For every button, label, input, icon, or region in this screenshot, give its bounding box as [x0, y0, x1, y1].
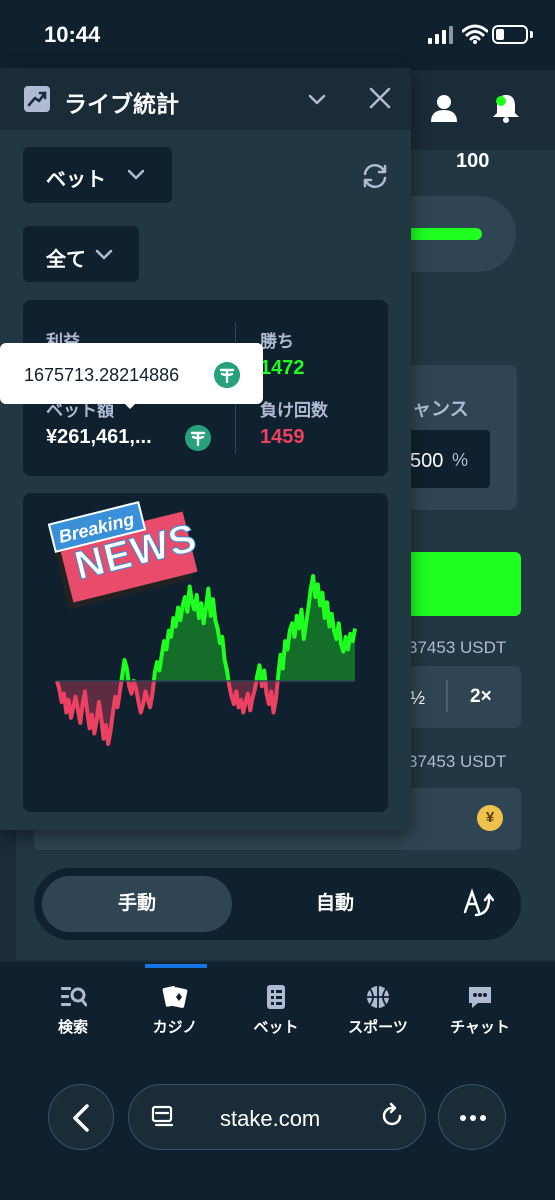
user-icon[interactable]: [428, 92, 460, 124]
tab-auto[interactable]: 自動: [240, 876, 430, 932]
cards-icon: [162, 986, 188, 1008]
nav-label-chat: チャット: [450, 1019, 510, 1036]
tooltip-arrow: [123, 402, 137, 409]
double-bet-button[interactable]: 2×: [470, 686, 492, 708]
nav-item-bets[interactable]: ベット: [226, 984, 326, 1037]
trending-chart-icon: [24, 86, 50, 112]
notification-bell-icon[interactable]: [490, 92, 522, 124]
basketball-icon: [367, 986, 389, 1008]
bet-button[interactable]: [400, 552, 521, 616]
range-select-label[interactable]: 全て: [46, 243, 86, 272]
nav-item-casino[interactable]: カジノ: [125, 984, 225, 1037]
battery-icon: [492, 25, 528, 44]
nav-label-sports: スポーツ: [348, 1019, 408, 1036]
yen-coin-icon: ¥: [477, 805, 503, 831]
chevron-down-icon: [127, 169, 145, 180]
wins-value: 1472: [260, 357, 305, 379]
chat-icon: [469, 987, 491, 1008]
usdt-coin-icon: [185, 425, 211, 451]
usdt-balance: 37453 USDT: [408, 638, 507, 657]
reload-icon[interactable]: [378, 1102, 406, 1130]
bet-slip-icon: [267, 985, 285, 1009]
notification-dot: [496, 96, 506, 106]
live-stats-title: ライブ統計: [64, 91, 179, 117]
refresh-icon[interactable]: [360, 162, 390, 190]
nav-active-indicator: [145, 964, 207, 968]
usdt-balance-secondary: 37453 USDT: [408, 752, 507, 771]
usdt-coin-icon: [214, 362, 240, 388]
autobet-strategy-icon[interactable]: [462, 888, 494, 918]
nav-item-chat[interactable]: チャット: [430, 984, 530, 1037]
tab-manual[interactable]: 手動: [42, 876, 232, 932]
cellular-signal-icon: [428, 26, 453, 44]
percent-icon: %: [452, 450, 469, 470]
wager-value: ¥261,461,...: [46, 426, 152, 448]
search-icon: [61, 987, 87, 1007]
win-chance-value[interactable]: 500: [410, 450, 443, 473]
nav-label-bets: ベット: [253, 1019, 299, 1036]
nav-item-search[interactable]: 検索: [23, 984, 123, 1037]
wifi-icon: [462, 24, 488, 44]
wins-label: 勝ち: [260, 332, 294, 351]
profit-tooltip-value: 1675713.28214886: [24, 365, 180, 385]
slider-max-label: 100: [456, 150, 490, 172]
chevron-down-icon: [95, 249, 113, 260]
chevron-down-icon[interactable]: [306, 88, 328, 110]
nav-item-sports[interactable]: スポーツ: [328, 984, 428, 1037]
nav-label-casino: カジノ: [152, 1019, 198, 1036]
bet-type-select-label[interactable]: ベット: [46, 163, 106, 192]
more-options-icon: [460, 1115, 486, 1121]
chevron-left-icon: [73, 1104, 89, 1132]
losses-value: 1459: [260, 426, 305, 448]
close-icon[interactable]: [368, 86, 392, 110]
browser-more-button[interactable]: [438, 1084, 506, 1150]
losses-label: 負け回数: [260, 401, 328, 420]
nav-label-search: 検索: [57, 1019, 88, 1036]
reader-mode-icon[interactable]: [150, 1104, 176, 1130]
live-stats-header[interactable]: [0, 68, 411, 130]
win-chance-label: ャンス: [412, 399, 469, 420]
divider: [446, 680, 448, 712]
status-time: 10:44: [44, 22, 101, 47]
url-text[interactable]: stake.com: [220, 1106, 320, 1132]
browser-back-button[interactable]: [48, 1084, 114, 1150]
half-bet-button[interactable]: ½: [410, 688, 425, 709]
